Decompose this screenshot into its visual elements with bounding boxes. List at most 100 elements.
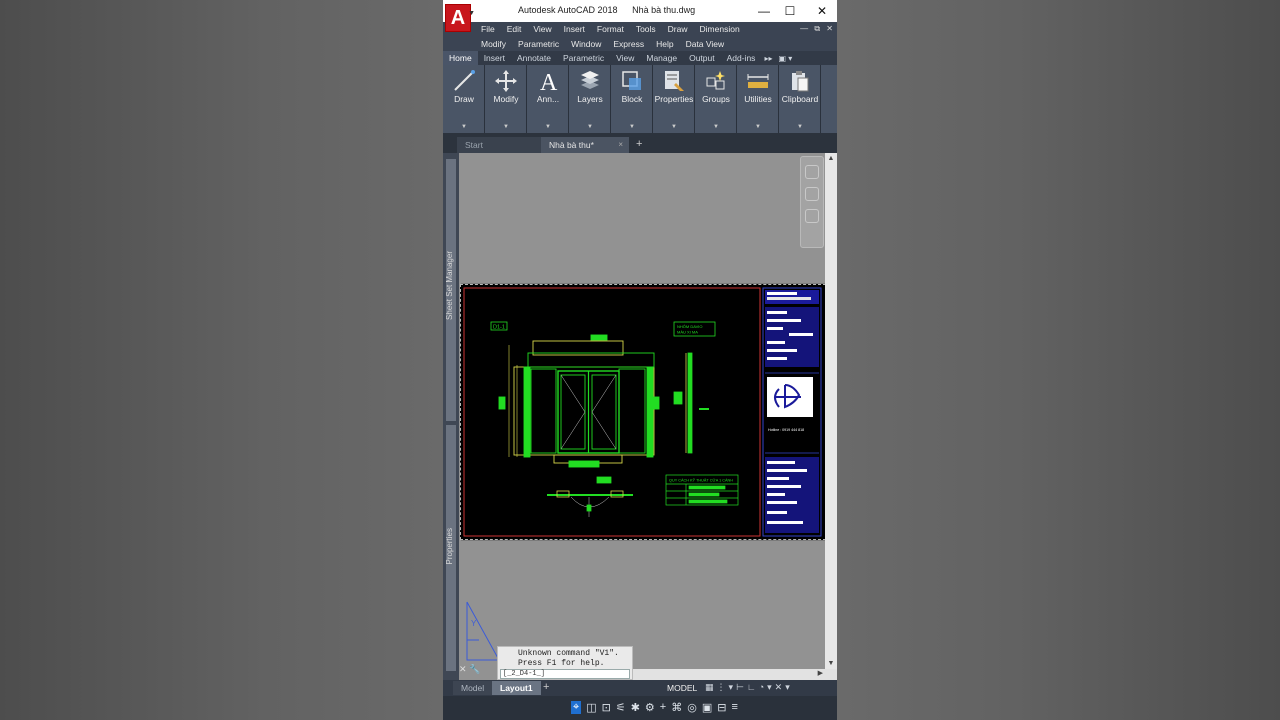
infer-constraints-icon[interactable]: ⊢ [736,682,744,693]
menu-window[interactable]: Window [565,39,607,49]
scroll-down-arrow-icon[interactable]: ▼ [825,660,837,667]
panel-utilities[interactable]: Utilities ▼ [737,65,779,133]
menu-insert[interactable]: Insert [558,24,591,34]
isolate-icon[interactable]: ⊡ [602,701,611,714]
panel-properties[interactable]: Properties ▼ [653,65,695,133]
chevron-down-icon[interactable]: ▼ [527,124,569,130]
chevron-down-icon[interactable]: ▾ [767,682,772,693]
horizontal-scrollbar[interactable]: ▶ [633,669,837,680]
settings-gear-icon[interactable]: ⚙ [645,701,655,714]
tab-home[interactable]: Home [443,51,478,65]
ribbon-display-toggle[interactable]: ▣ ▾ [775,54,795,63]
tab-parametric[interactable]: Parametric [557,53,610,63]
dynamic-ucs-icon[interactable]: ◫ [586,701,596,714]
object-snap-tracking-icon[interactable]: ✕ [775,682,783,693]
grid-icon[interactable]: ▦ [705,682,714,693]
chevron-down-icon[interactable]: ▼ [485,124,527,130]
scroll-right-arrow-icon[interactable]: ▶ [818,669,823,677]
menu-file[interactable]: File [475,24,501,34]
workspace-icon[interactable]: ⌘ [671,701,682,714]
menu-view[interactable]: View [527,24,557,34]
chevron-down-icon[interactable]: ▼ [737,124,779,130]
more-tabs-icon[interactable]: ▸▸ [761,54,775,63]
menu-modify[interactable]: Modify [475,39,512,49]
menu-tools[interactable]: Tools [630,24,662,34]
layers-icon [581,71,599,89]
application-menu-button[interactable]: A ▼ [445,4,475,32]
menu-express[interactable]: Express [607,39,650,49]
menu-draw[interactable]: Draw [662,24,694,34]
menu-help[interactable]: Help [650,39,679,49]
app-title: Autodesk AutoCAD 2018 [518,5,618,15]
command-history-line-1: Unknown command "V1". [518,649,619,658]
tab-add-ins[interactable]: Add-ins [721,53,762,63]
chevron-down-icon[interactable]: ▼ [569,124,611,130]
chevron-down-icon: ▼ [468,10,475,17]
vertical-scrollbar[interactable]: ▲ ▼ [825,153,837,669]
tab-manage[interactable]: Manage [640,53,683,63]
panel-layers[interactable]: Layers ▼ [569,65,611,133]
chevron-down-icon[interactable]: ▼ [653,124,695,130]
properties-icon [665,71,684,91]
close-button[interactable]: ✕ [809,2,835,20]
tab-view[interactable]: View [610,53,640,63]
menu-format[interactable]: Format [591,24,630,34]
panel-block[interactable]: Block ▼ [611,65,653,133]
annotation-visibility-icon[interactable]: ✱ [631,701,640,714]
object-snap-icon[interactable]: ⌖ [571,701,582,714]
tab-layout1[interactable]: Layout1 [492,681,541,695]
ortho-icon[interactable]: ∟ [747,682,756,693]
document-window-controls[interactable]: — ⧉ ✕ [800,24,835,34]
tab-annotate[interactable]: Annotate [511,53,557,63]
zoom-icon[interactable] [805,187,819,201]
orbit-icon[interactable] [805,209,819,223]
chevron-down-icon[interactable]: ▼ [695,124,737,130]
close-command-line-icon[interactable]: ✕ [459,664,467,674]
hardware-acceleration-icon[interactable]: ◎ [687,701,697,714]
panel-clipboard[interactable]: Clipboard ▼ [779,65,821,133]
window-title: Autodesk AutoCAD 2018 Nhà bà thu.dwg [518,5,695,15]
new-tab-button[interactable]: + [633,137,649,153]
model-space-toggle[interactable]: MODEL [667,683,697,693]
panel-annotation[interactable]: A Ann... ▼ [527,65,569,133]
chevron-down-icon[interactable]: ▾ [785,682,790,693]
add-icon[interactable]: + [660,701,666,714]
tab-start[interactable]: Start [457,137,543,153]
menu-data-view[interactable]: Data View [680,39,731,49]
menu-edit[interactable]: Edit [501,24,528,34]
tab-document[interactable]: Nhà bà thu* × [541,137,629,153]
properties-palette-label[interactable]: Properties [445,528,454,564]
panel-block-label: Block [621,94,643,104]
menu-parametric[interactable]: Parametric [512,39,565,49]
isolate-objects-icon[interactable]: ▣ [702,701,712,714]
add-layout-button[interactable]: + [539,681,553,695]
tab-output[interactable]: Output [683,53,721,63]
panel-groups[interactable]: Groups ▼ [695,65,737,133]
chevron-down-icon[interactable]: ▼ [779,124,821,130]
close-tab-icon[interactable]: × [618,140,623,149]
chevron-down-icon[interactable]: ▼ [443,124,485,130]
customize-menu-icon[interactable]: ≡ [731,701,737,714]
tab-insert[interactable]: Insert [478,53,511,63]
panel-modify[interactable]: Modify ▼ [485,65,527,133]
customize-wrench-icon[interactable]: 🔧 [469,664,480,674]
sheet-set-manager-label[interactable]: Sheet Set Manager [445,251,454,320]
clean-screen-icon[interactable]: ⊟ [717,701,726,714]
polar-icon[interactable]: ◔ [759,682,764,693]
annotation-scale-icon[interactable]: ⚟ [616,701,626,714]
pan-icon[interactable] [805,165,819,179]
snap-icon[interactable]: ⋮ [717,682,726,693]
file-tab-bar: Start Nhà bà thu* × + [443,133,837,153]
menu-dimension[interactable]: Dimension [694,24,746,34]
chevron-down-icon[interactable]: ▼ [611,124,653,130]
scroll-up-arrow-icon[interactable]: ▲ [825,155,837,162]
tab-model[interactable]: Model [453,681,493,695]
layout-paper[interactable]: D1-1 NHÔM DAVIO MÀU XI MA QUY CÁCH KỸ TH… [460,284,826,540]
panel-draw[interactable]: Draw ▼ [443,65,485,133]
minimize-button[interactable]: — [751,2,777,20]
chevron-down-icon[interactable]: ▾ [729,682,734,693]
command-input[interactable]: [_2_D4-1_] [500,669,630,679]
maximize-button[interactable]: ☐ [777,2,803,20]
command-line: Unknown command "V1". Press F1 for help.… [497,646,633,680]
navigation-bar[interactable] [800,156,824,248]
